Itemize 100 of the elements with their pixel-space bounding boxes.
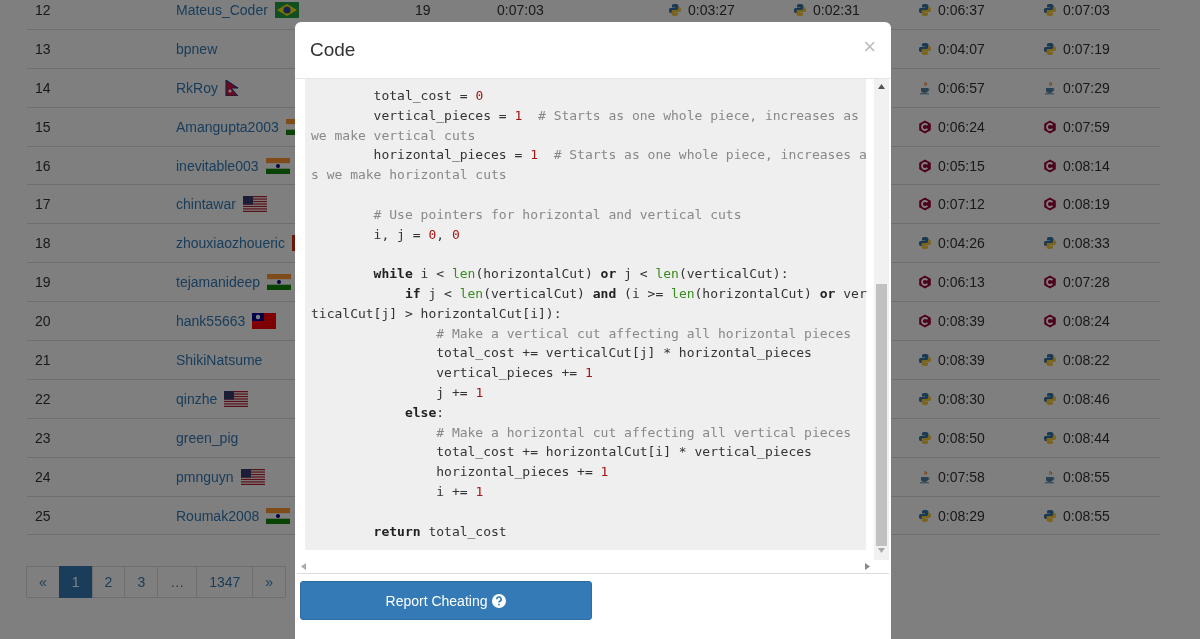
username-link[interactable]: Mateus_Coder <box>176 1 268 18</box>
python-icon <box>1043 236 1057 251</box>
help-icon <box>492 593 507 608</box>
code-line: i += 1 <box>435 482 484 501</box>
hexagon-c-icon <box>1043 314 1057 329</box>
python-icon <box>918 2 932 17</box>
solve-time: 0:08:39 <box>938 351 985 368</box>
username-link[interactable]: green_pig <box>176 429 239 446</box>
code-line: total_cost += horizontalCut[i] * vertical_pieces <box>435 443 812 462</box>
python-icon <box>1043 391 1057 406</box>
flag-icon <box>224 390 249 407</box>
page-link[interactable]: … <box>157 566 198 599</box>
solve-time: 0:07:58 <box>938 468 985 485</box>
solve-time: 0:08:30 <box>938 390 985 407</box>
rank-cell-text: 17 <box>34 196 52 213</box>
code-line: return total_cost <box>372 522 507 541</box>
code-line: we make vertical cuts <box>311 126 476 145</box>
username-link[interactable]: bpnew <box>176 40 218 57</box>
hexagon-c-icon <box>918 158 932 173</box>
code-line: i, j = 0, 0 <box>372 225 460 244</box>
solve-time: 0:07:29 <box>1063 79 1110 96</box>
python-icon <box>1043 41 1057 56</box>
username-link[interactable]: RkRoy <box>176 79 218 96</box>
rank-cell-text: 22 <box>34 390 52 407</box>
solve-time: 0:08:24 <box>1063 313 1110 330</box>
flag-icon <box>266 507 291 524</box>
solve-time: 0:08:29 <box>938 507 985 524</box>
python-icon <box>1043 508 1057 523</box>
flag-icon <box>240 468 265 485</box>
hexagon-c-icon <box>918 314 932 329</box>
solve-time: 0:08:39 <box>938 313 985 330</box>
scroll-right-icon[interactable] <box>865 563 870 570</box>
page-link[interactable]: 2 <box>91 566 126 599</box>
flag-icon <box>225 79 239 96</box>
hexagon-c-icon <box>1043 119 1057 134</box>
solve-time: 0:08:55 <box>1063 507 1110 524</box>
solve-time: 0:08:46 <box>1063 390 1110 407</box>
scroll-down-icon[interactable] <box>878 548 885 553</box>
solve-time: 0:08:19 <box>1063 196 1110 213</box>
code-line: s we make horizontal cuts <box>311 166 507 185</box>
rank-cell-text: 16 <box>34 157 52 174</box>
scroll-left-icon[interactable] <box>301 563 306 570</box>
username-link[interactable]: tejamanideep <box>176 274 261 291</box>
python-icon <box>918 352 932 367</box>
username-link[interactable]: Amangupta2003 <box>176 118 279 135</box>
page-link[interactable]: 3 <box>124 566 159 599</box>
coffee-cup-icon <box>918 80 932 95</box>
coffee-cup-icon <box>1043 469 1057 484</box>
code-line: vertical_pieces += 1 <box>435 364 593 383</box>
code-line: j += 1 <box>435 383 484 402</box>
code-line: if j < len(verticalCut) and (i >= len(horizontalCut) or ver <box>403 284 867 303</box>
code-line: ticalCut[j] > horizontalCut[i]): <box>311 304 562 323</box>
solve-time: 0:08:33 <box>1063 235 1110 252</box>
username-link[interactable]: ShikiNatsume <box>176 351 263 368</box>
code-line: # Use pointers for horizontal and vertical cuts <box>372 205 742 224</box>
code-line: total_cost = 0 <box>372 87 484 105</box>
solve-time: 0:06:13 <box>938 274 985 291</box>
code-line: vertical_pieces = 1 # Starts as one whole piece, increases as <box>372 106 859 125</box>
hexagon-c-icon <box>1043 158 1057 173</box>
python-icon <box>918 391 932 406</box>
python-icon <box>918 508 932 523</box>
rank-cell-text: 23 <box>34 429 52 446</box>
report-cheating-button[interactable]: Report Cheating <box>300 581 592 620</box>
rank-cell-text: 19 <box>34 274 52 291</box>
solve-time: 0:06:24 <box>938 118 985 135</box>
rank-cell-text: 24 <box>34 468 52 485</box>
python-icon <box>1043 2 1057 17</box>
code-line: horizontal_pieces += 1 <box>435 463 609 482</box>
solve-time: 0:02:31 <box>813 1 860 18</box>
solve-time: 0:06:57 <box>938 79 985 96</box>
username-link[interactable]: Roumak2008 <box>176 507 260 524</box>
coffee-cup-icon <box>1043 80 1057 95</box>
solve-time: 0:08:14 <box>1063 157 1110 174</box>
code-line: # Make a vertical cut affecting all horizontal pieces <box>435 324 852 343</box>
flag-icon <box>252 313 277 330</box>
vertical-scrollbar[interactable] <box>874 79 889 560</box>
username-link[interactable]: hank55663 <box>176 313 246 330</box>
username-link[interactable]: qinzhe <box>176 390 218 407</box>
hexagon-c-icon <box>918 119 932 134</box>
score-cell-text: 19 <box>414 1 432 18</box>
username-link[interactable]: inevitable003 <box>176 157 259 174</box>
code-line: else: <box>403 403 445 422</box>
username-link[interactable]: chintawar <box>176 196 236 213</box>
scroll-up-icon[interactable] <box>878 84 885 89</box>
rank-cell-text: 12 <box>34 1 52 18</box>
username-link[interactable]: pmnguyn <box>176 468 234 485</box>
page-link[interactable]: » <box>252 566 287 599</box>
rank-cell-text: 14 <box>34 79 52 96</box>
username-link[interactable]: zhouxiaozhoueric <box>176 235 285 252</box>
page-link[interactable]: 1 <box>58 566 93 599</box>
flag-icon <box>274 1 299 18</box>
page-link[interactable]: « <box>26 566 60 599</box>
flag-icon <box>242 196 267 213</box>
rank-cell-text: 18 <box>34 235 52 252</box>
hexagon-c-icon <box>1043 275 1057 290</box>
close-button[interactable]: × <box>863 34 876 66</box>
rank-cell-text: 25 <box>34 507 52 524</box>
solve-time: 0:07:03 <box>1063 1 1110 18</box>
page-link[interactable]: 1347 <box>196 566 254 599</box>
rank-cell-text: 15 <box>34 118 52 135</box>
